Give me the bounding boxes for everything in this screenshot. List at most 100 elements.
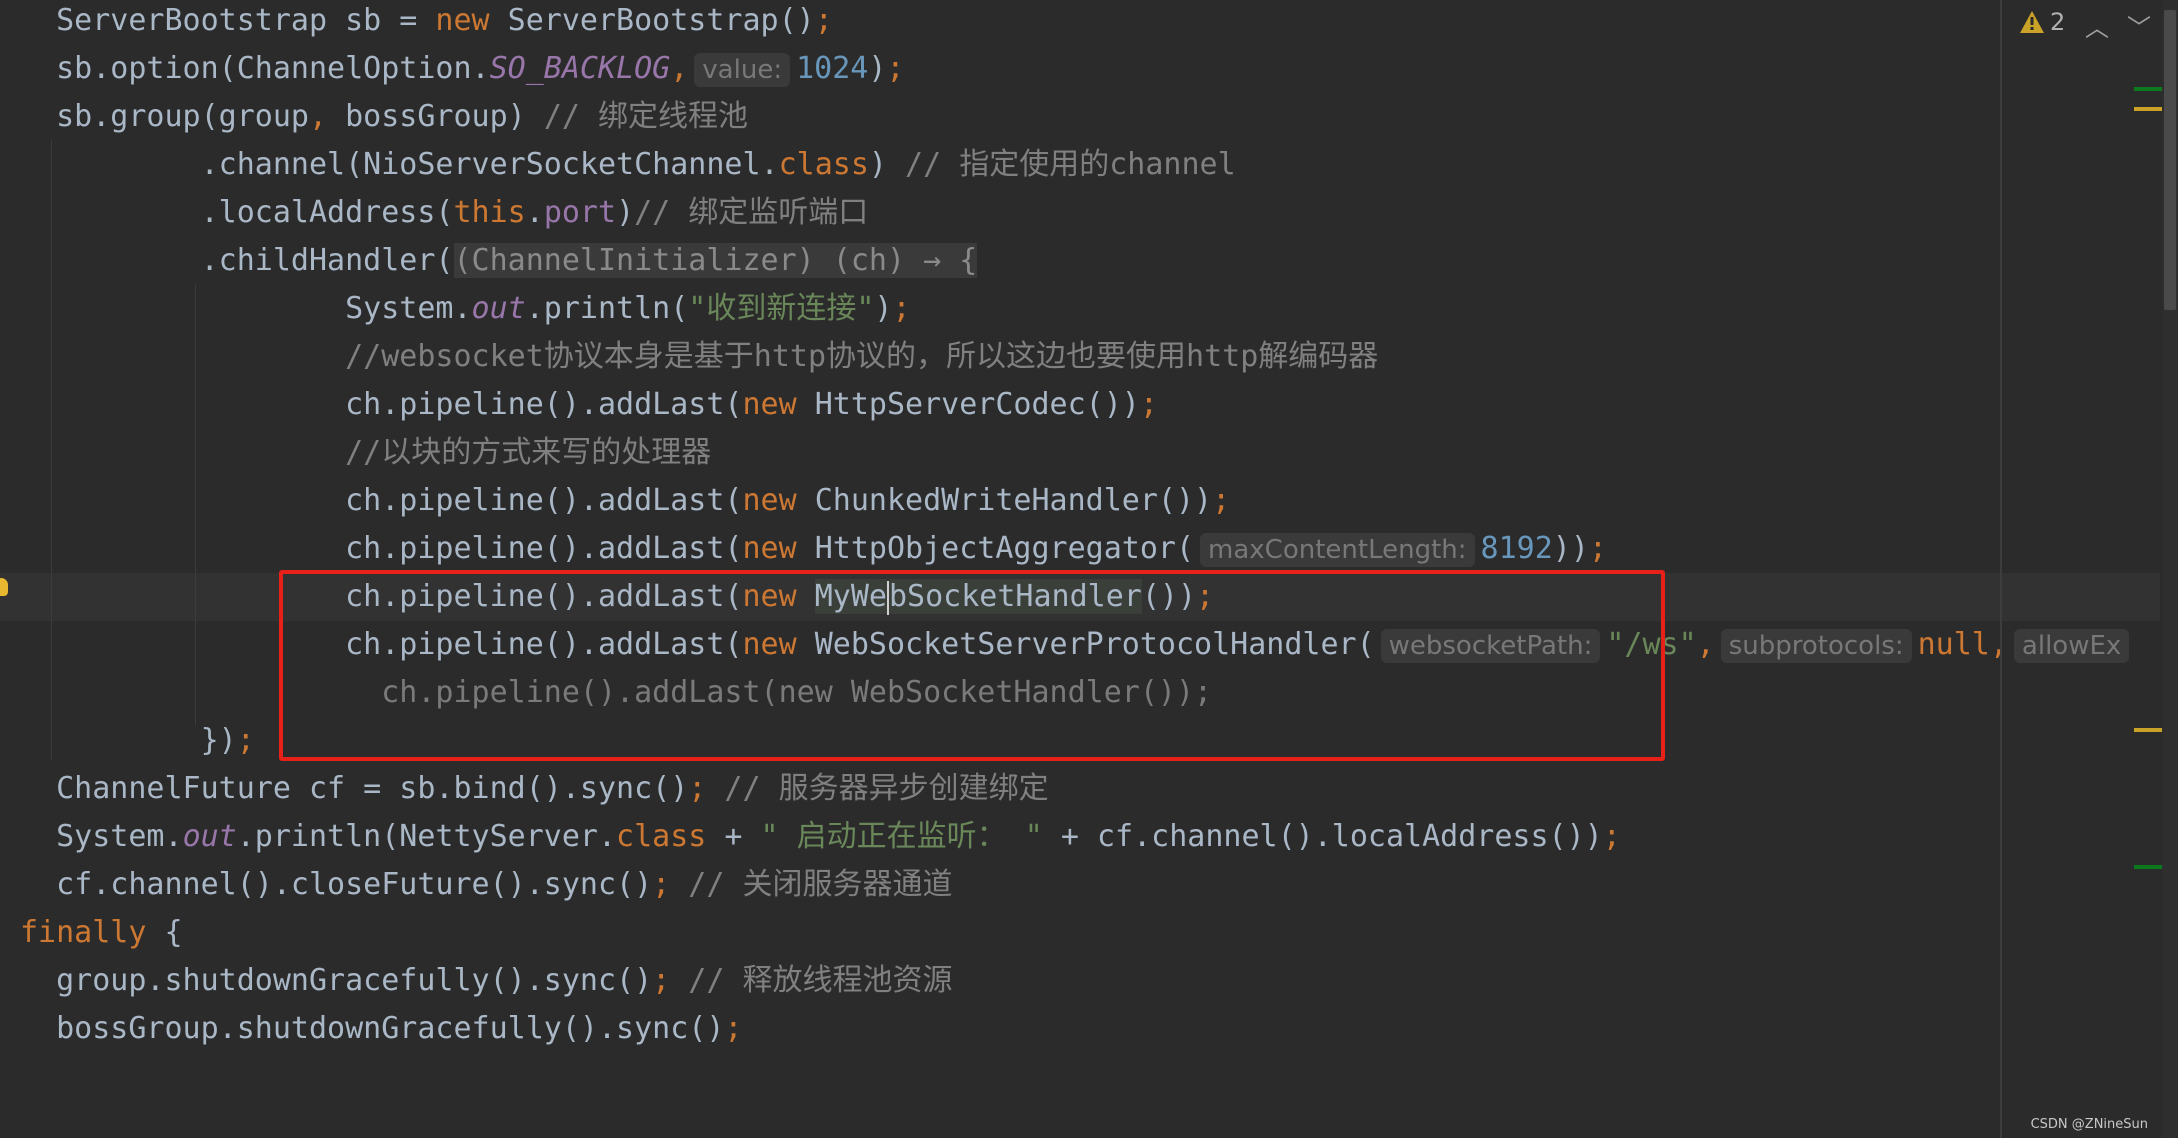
code-token: bossGroup) xyxy=(327,99,544,134)
code-token: ; xyxy=(724,1011,743,1046)
indent-guide xyxy=(51,140,52,760)
code-line[interactable]: sb.option(ChannelOption.SO_BACKLOG, value… xyxy=(20,45,2000,93)
code-token: ; xyxy=(688,771,707,806)
code-token: port xyxy=(543,195,617,230)
code-token: sb.option(ChannelOption. xyxy=(56,51,490,86)
code-token: 8192 xyxy=(1480,531,1553,566)
code-token: HttpObjectAggregator( xyxy=(796,531,1195,566)
code-token: HttpServerCodec()) xyxy=(796,387,1140,422)
code-token: ; xyxy=(814,3,833,38)
scroll-marker-yellow[interactable] xyxy=(2134,728,2162,732)
code-token: // 关闭服务器通道 xyxy=(670,867,953,902)
folded-lambda[interactable]: (ChannelInitializer) (ch) → { xyxy=(453,243,978,278)
scroll-marker-green[interactable] xyxy=(2134,865,2162,869)
code-editor[interactable]: ServerBootstrap sb = new ServerBootstrap… xyxy=(0,0,2160,1053)
code-token: // 指定使用的channel xyxy=(905,147,1236,182)
code-line[interactable]: .childHandler((ChannelInitializer) (ch) … xyxy=(20,237,2000,285)
code-token: { xyxy=(146,915,183,950)
code-token: "收到新连接" xyxy=(688,291,875,326)
lightbulb-icon[interactable] xyxy=(0,578,8,596)
code-line[interactable]: ch.pipeline().addLast(new HttpServerCode… xyxy=(20,381,2000,429)
code-token: .localAddress( xyxy=(200,195,454,230)
code-token: //以块的方式来写的处理器 xyxy=(345,435,712,470)
code-token: ChunkedWriteHandler()) xyxy=(796,483,1213,518)
code-line[interactable]: ch.pipeline().addLast(new ChunkedWriteHa… xyxy=(20,477,2000,525)
code-token: finally xyxy=(20,915,147,950)
code-token: SO_BACKLOG xyxy=(489,51,671,86)
code-token: ) xyxy=(868,147,906,182)
code-token: , xyxy=(670,51,689,86)
code-token: bossGroup.shutdownGracefully().sync() xyxy=(56,1011,725,1046)
scroll-marker-green[interactable] xyxy=(2134,87,2162,91)
code-token: ch.pipeline().addLast( xyxy=(345,483,743,518)
parameter-hint: allowEx xyxy=(2013,629,2130,663)
code-token: . xyxy=(525,195,544,230)
code-token: class xyxy=(778,147,869,182)
warning-count: 2 xyxy=(2050,8,2066,36)
code-token: .channel(NioServerSocketChannel. xyxy=(200,147,779,182)
code-token: ; xyxy=(652,867,671,902)
code-token: .println( xyxy=(525,291,689,326)
code-token: out xyxy=(182,819,237,854)
code-line[interactable]: ServerBootstrap sb = new ServerBootstrap… xyxy=(20,0,2000,45)
code-line[interactable]: cf.channel().closeFuture().sync(); // 关闭… xyxy=(20,861,2000,909)
code-token: cf.channel().closeFuture().sync() xyxy=(56,867,653,902)
code-line[interactable]: group.shutdownGracefully().sync(); // 释放… xyxy=(20,957,2000,1005)
warning-icon xyxy=(2020,11,2044,33)
code-line[interactable]: ch.pipeline().addLast(new HttpObjectAggr… xyxy=(20,525,2000,573)
inspection-widget[interactable]: 2 xyxy=(2020,8,2065,36)
code-token: new xyxy=(742,387,797,422)
code-token: )) xyxy=(1552,531,1589,566)
code-token: " 启动正在监听： " xyxy=(760,819,1043,854)
code-line[interactable]: .localAddress(this.port)// 绑定监听端口 xyxy=(20,189,2000,237)
code-token: , xyxy=(1989,627,2008,662)
editor-right-margin xyxy=(2000,0,2002,1138)
code-token: class xyxy=(616,819,707,854)
code-token: 1024 xyxy=(796,51,869,86)
code-token: // 绑定监听端口 xyxy=(634,195,869,230)
code-line[interactable]: ChannelFuture cf = sb.bind().sync(); // … xyxy=(20,765,2000,813)
code-token: , xyxy=(1696,627,1715,662)
scrollbar-thumb[interactable] xyxy=(2164,10,2176,310)
code-token: System. xyxy=(56,819,183,854)
code-token: ; xyxy=(1139,387,1158,422)
parameter-hint: subprotocols: xyxy=(1720,629,1912,663)
parameter-hint: value: xyxy=(694,53,791,87)
code-token: this xyxy=(453,195,526,230)
code-token: out xyxy=(471,291,526,326)
code-token: ) xyxy=(868,51,887,86)
code-token: ; xyxy=(652,963,671,998)
watermark: CSDN @ZNineSun xyxy=(2030,1117,2148,1132)
scroll-marker-yellow[interactable] xyxy=(2134,107,2162,111)
code-line[interactable]: sb.group(group, bossGroup) // 绑定线程池 xyxy=(20,93,2000,141)
code-line[interactable]: //websocket协议本身是基于http协议的，所以这边也要使用http解编… xyxy=(20,333,2000,381)
code-line[interactable]: bossGroup.shutdownGracefully().sync(); xyxy=(20,1005,2000,1053)
code-token: null xyxy=(1917,627,1990,662)
parameter-hint: maxContentLength: xyxy=(1200,533,1475,567)
code-token: ServerBootstrap() xyxy=(489,3,815,38)
code-line[interactable]: System.out.println(NettyServer.class + "… xyxy=(20,813,2000,861)
code-token: ; xyxy=(1602,819,1621,854)
chevron-down-icon[interactable]: ﹀ xyxy=(2127,8,2151,43)
code-token: .childHandler( xyxy=(200,243,454,278)
code-token: }) xyxy=(200,723,237,758)
code-line[interactable]: System.out.println("收到新连接"); xyxy=(20,285,2000,333)
code-token: ) xyxy=(874,291,893,326)
chevron-up-icon[interactable]: ︿ xyxy=(2085,8,2109,43)
code-line[interactable]: finally { xyxy=(20,909,2000,957)
code-token: ; xyxy=(1588,531,1607,566)
code-line[interactable]: .channel(NioServerSocketChannel.class) /… xyxy=(20,141,2000,189)
code-line[interactable]: //以块的方式来写的处理器 xyxy=(20,429,2000,477)
code-token: ) xyxy=(616,195,635,230)
